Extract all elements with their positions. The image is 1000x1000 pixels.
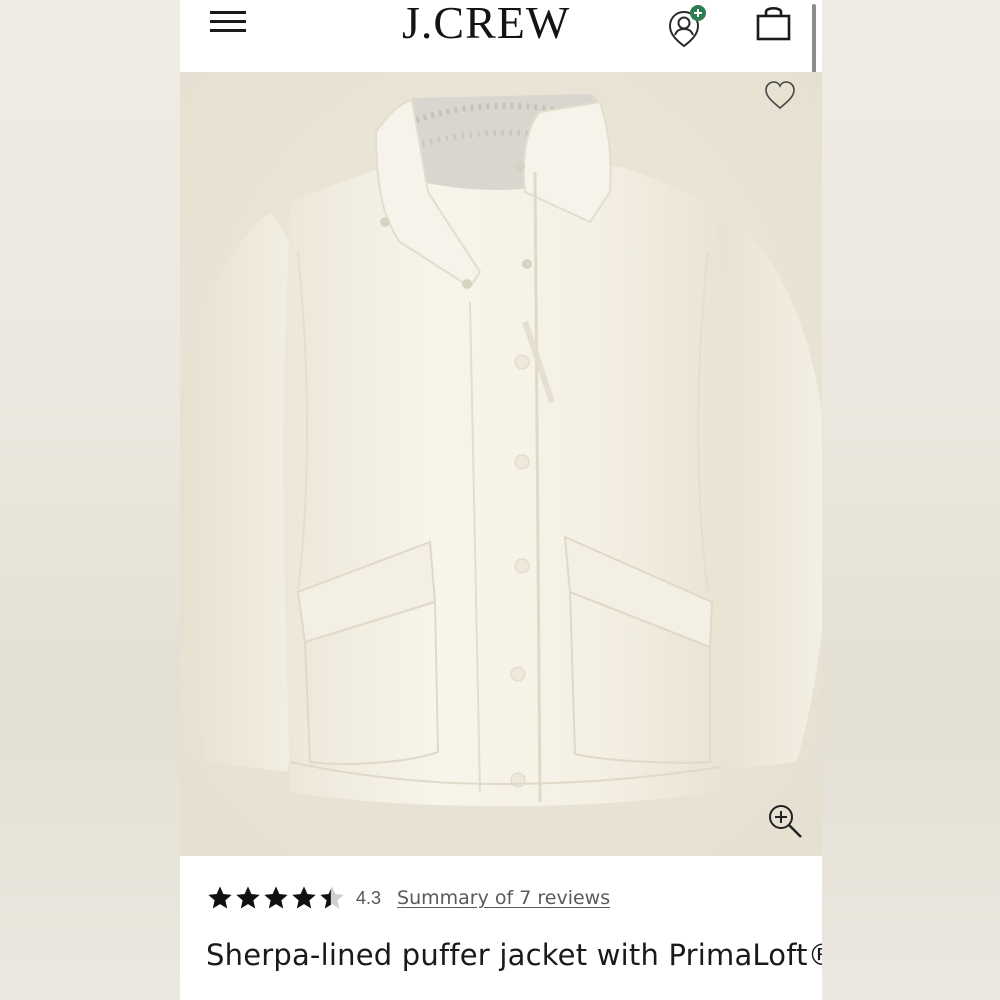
product-image[interactable] <box>180 72 822 856</box>
shopping-bag-icon[interactable] <box>754 4 794 44</box>
rating-value: 4.3 <box>356 887 382 908</box>
zoom-in-icon[interactable] <box>766 802 806 842</box>
site-header: J.CREW <box>180 0 822 204</box>
product-title: Sherpa-lined puffer jacket with PrimaLof… <box>206 938 822 972</box>
brand-logo[interactable]: J.CREW <box>402 0 570 49</box>
star-full-icon <box>236 886 260 909</box>
reviews-summary-link[interactable]: Summary of 7 reviews <box>397 887 610 909</box>
jacket-illustration <box>180 72 822 856</box>
account-add-icon[interactable] <box>666 4 710 48</box>
star-rating <box>206 884 346 912</box>
rating-row: 4.3 Summary of 7 reviews <box>206 880 610 916</box>
star-partial-icon <box>320 886 344 909</box>
hamburger-menu-icon[interactable] <box>208 6 248 36</box>
star-full-icon <box>264 886 288 909</box>
star-full-icon <box>292 886 316 909</box>
backdrop-left <box>0 0 180 1000</box>
heart-icon[interactable] <box>763 80 797 112</box>
phone-screen: J.CREW 4.3 Summary of 7 reviews Sherpa-l… <box>180 0 822 1000</box>
star-full-icon <box>208 886 232 909</box>
backdrop-right <box>822 0 1000 1000</box>
